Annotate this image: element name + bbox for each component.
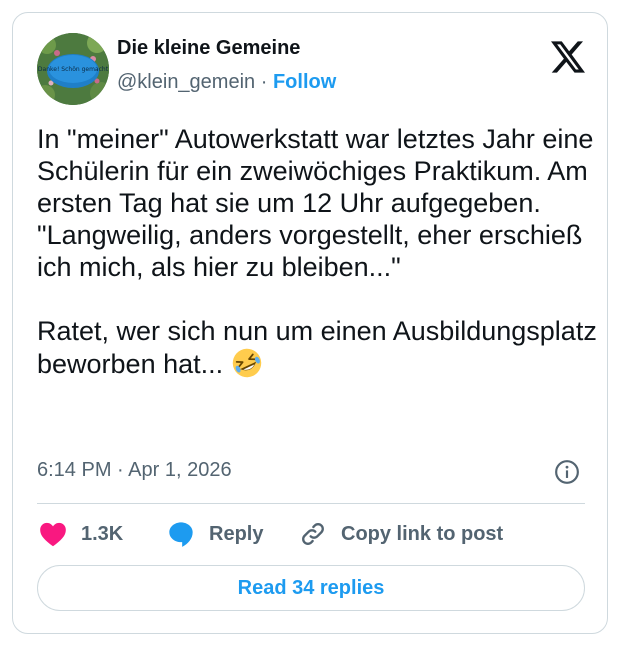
handle-separator: · (260, 71, 268, 93)
reply-label: Reply (209, 522, 264, 545)
tweet-paragraph-2: Ratet, wer sich nun um einen Ausbildungs… (37, 315, 597, 380)
x-logo-icon[interactable] (551, 41, 585, 73)
reply-button[interactable]: Reply (167, 519, 263, 549)
rolling-laughing-emoji-icon (232, 348, 261, 378)
link-icon (302, 523, 324, 545)
author-name[interactable]: Die kleine Gemeine (117, 37, 300, 60)
heart-icon (40, 522, 66, 547)
divider (37, 503, 585, 504)
tweet-paragraph-2-text: Ratet, wer sich nun um einen Ausbildungs… (37, 316, 597, 379)
follow-button[interactable]: Follow (273, 71, 336, 93)
avatar[interactable]: Danke! Schön gemacht (37, 33, 109, 105)
copy-link-button[interactable]: Copy link to post (299, 519, 503, 549)
like-count: 1.3K (81, 522, 124, 545)
tweet-text: In "meiner" Autowerkstatt war letztes Ja… (37, 123, 597, 380)
reply-bubble-icon (169, 522, 193, 547)
like-button[interactable]: 1.3K (39, 519, 123, 549)
tweet-timestamp[interactable]: 6:14 PM · Apr 1, 2026 (37, 459, 232, 482)
info-icon[interactable] (554, 459, 580, 485)
read-replies-label: Read 34 replies (237, 576, 385, 599)
read-replies-button[interactable]: Read 34 replies (37, 565, 585, 611)
copy-link-label: Copy link to post (341, 522, 504, 545)
tweet-paragraph-1: In "meiner" Autowerkstatt war letztes Ja… (37, 124, 594, 282)
tweet-card: Danke! Schön gemacht Die kleine Gemeine … (12, 12, 608, 634)
avatar-image: Danke! Schön gemacht (37, 33, 109, 105)
author-handle[interactable]: @klein_gemein (117, 71, 255, 93)
avatar-stone-text: Danke! Schön gemacht (38, 66, 109, 73)
author-handle-row: @klein_gemein · Follow (117, 71, 336, 94)
